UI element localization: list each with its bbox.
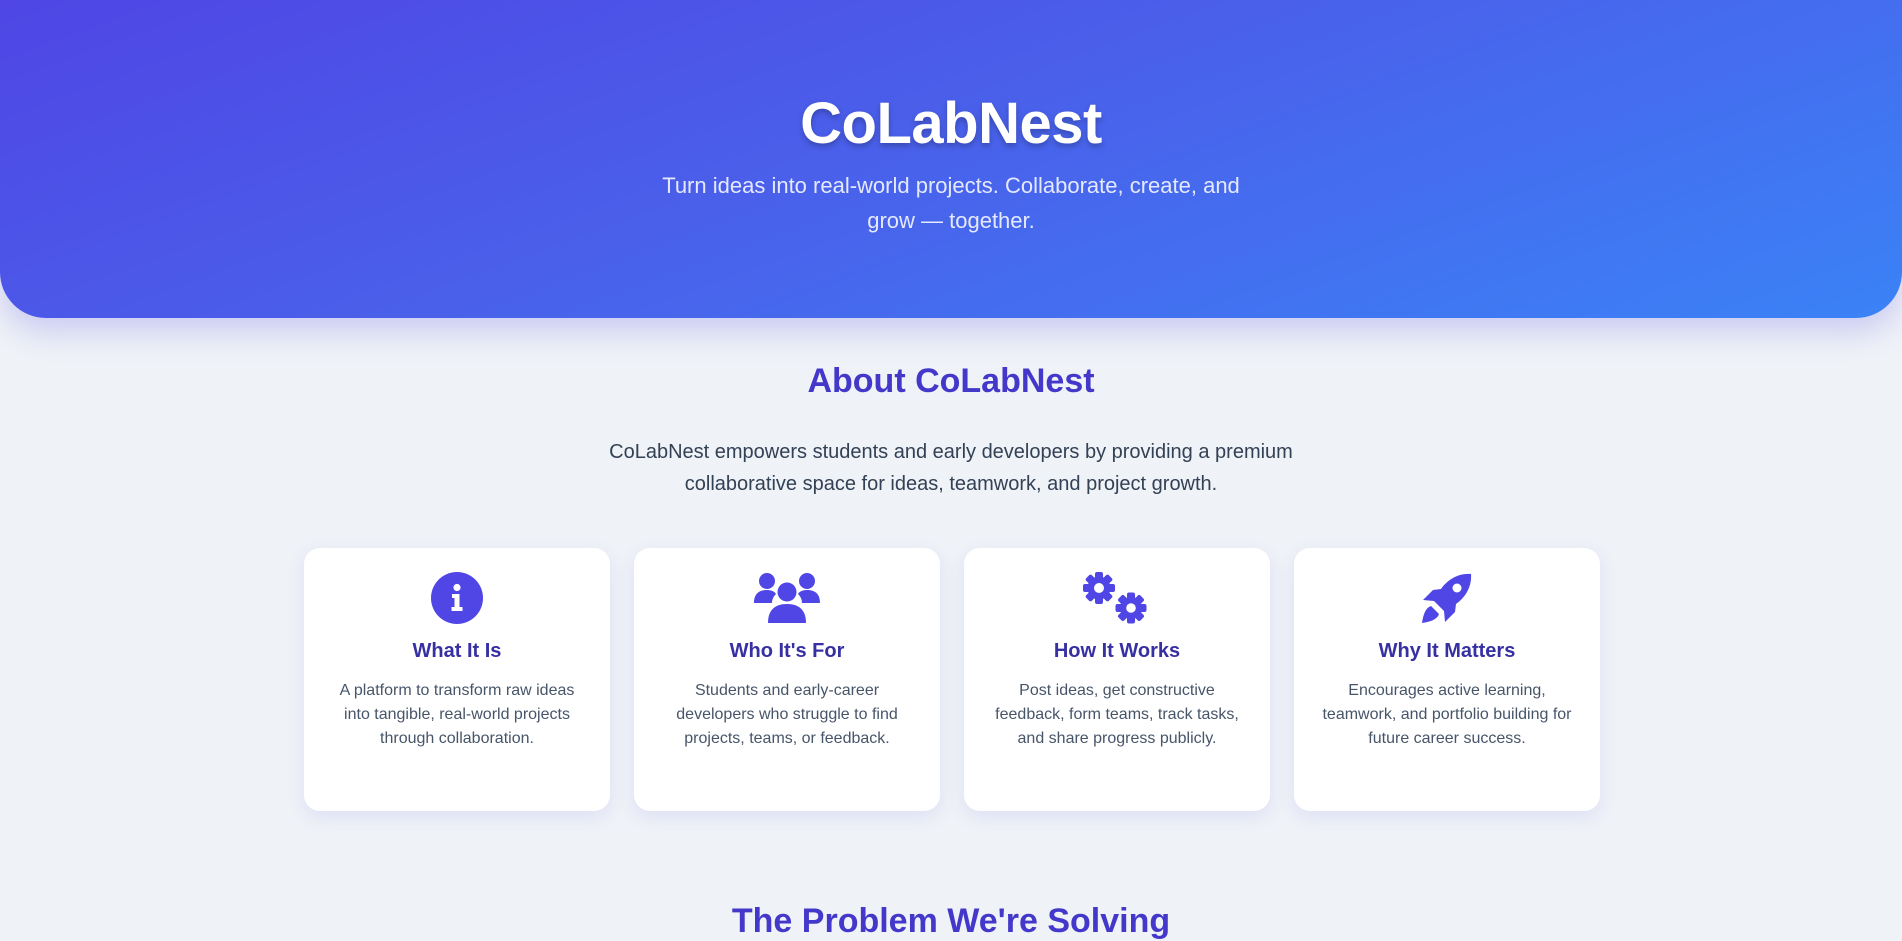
card-title: Why It Matters	[1378, 640, 1516, 662]
card-text: Encourages active learning, teamwork, an…	[1322, 682, 1572, 747]
card-how-it-works: How It Works Post ideas, get constructiv…	[964, 548, 1270, 811]
hero-subtitle: Turn ideas into real-world projects. Col…	[662, 173, 1240, 233]
users-icon	[634, 570, 940, 626]
about-title: About CoLabNest	[807, 362, 1095, 400]
card-why-it-matters: Why It Matters Encourages active learnin…	[1294, 548, 1600, 811]
problem-section-title: The Problem We're Solving	[731, 902, 1171, 940]
hero-banner: CoLabNest Turn ideas into real-world pro…	[0, 0, 1902, 318]
card-title: What It Is	[412, 640, 502, 662]
hero-title: CoLabNest	[800, 91, 1102, 156]
card-title: How It Works	[1053, 640, 1181, 662]
card-text: Students and early-career developers who…	[676, 682, 898, 747]
info-icon	[304, 570, 610, 626]
card-text: Post ideas, get constructive feedback, f…	[995, 682, 1239, 747]
feature-cards: What It Is A platform to transform raw i…	[304, 548, 1600, 811]
card-who-its-for: Who It's For Students and early-career d…	[634, 548, 940, 811]
about-description: CoLabNest empowers students and early de…	[609, 441, 1293, 495]
card-text: A platform to transform raw ideas into t…	[339, 682, 575, 747]
card-what-it-is: What It Is A platform to transform raw i…	[304, 548, 610, 811]
card-title: Who It's For	[729, 640, 845, 662]
gears-icon	[964, 570, 1270, 626]
rocket-icon	[1294, 570, 1600, 626]
